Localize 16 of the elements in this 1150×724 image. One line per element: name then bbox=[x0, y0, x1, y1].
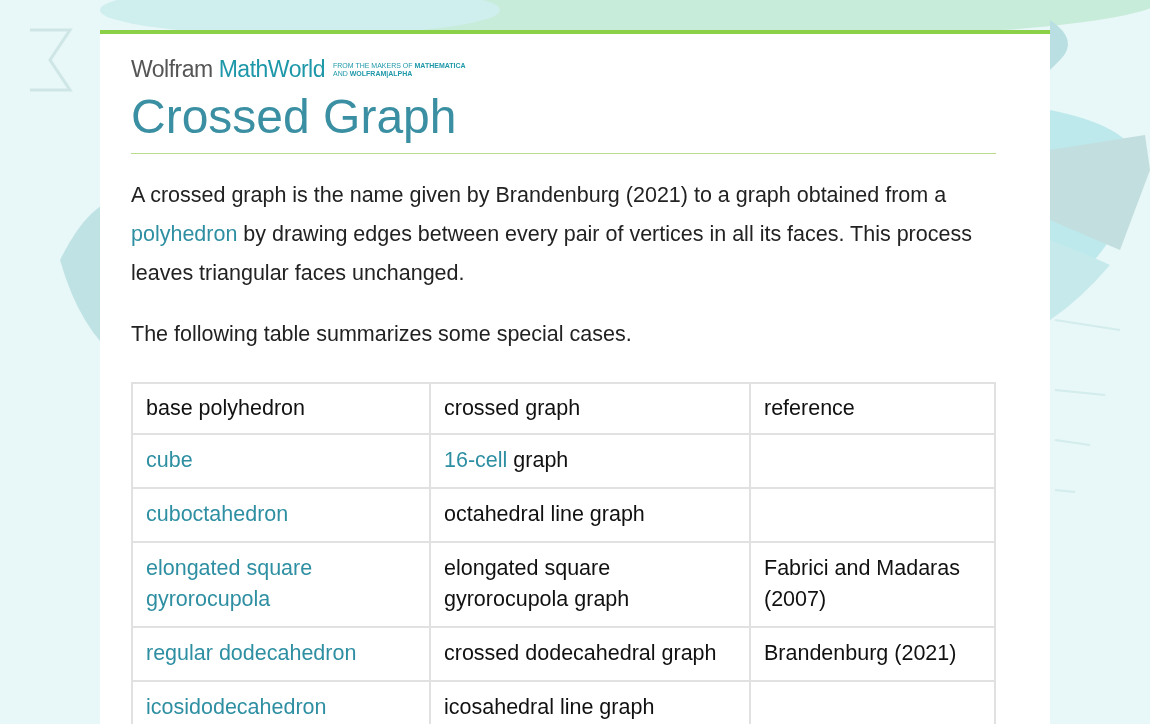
logo-product: MathWorld bbox=[218, 56, 325, 83]
table-cell: 16-cell graph bbox=[430, 434, 750, 488]
column-header: reference bbox=[750, 383, 995, 434]
page-title: Crossed Graph bbox=[131, 89, 996, 154]
link[interactable]: polyhedron bbox=[131, 222, 238, 246]
paragraph: A crossed graph is the name given by Brandenburg (2021) to a graph obtained from a polyhedron by drawing edges between every pair of vertices in all its faces. This process leaves triangular faces unchanged. bbox=[131, 182, 973, 287]
column-header: base polyhedron bbox=[132, 383, 430, 434]
logo-brand: Wolfram bbox=[131, 56, 213, 83]
table-cell: crossed dodecahedral graph bbox=[430, 627, 750, 681]
column-header: crossed graph bbox=[430, 383, 750, 434]
table-cell: octahedral line graph bbox=[430, 488, 750, 542]
table-cell: elongated square gyrorocupola graph bbox=[430, 542, 750, 627]
table-cell: Fabrici and Madaras (2007) bbox=[750, 542, 995, 627]
paragraph: The following table summarizes some special cases. bbox=[131, 321, 633, 348]
table-cell: Brandenburg (2021) bbox=[750, 627, 995, 681]
link[interactable]: 16-cell bbox=[444, 448, 508, 472]
